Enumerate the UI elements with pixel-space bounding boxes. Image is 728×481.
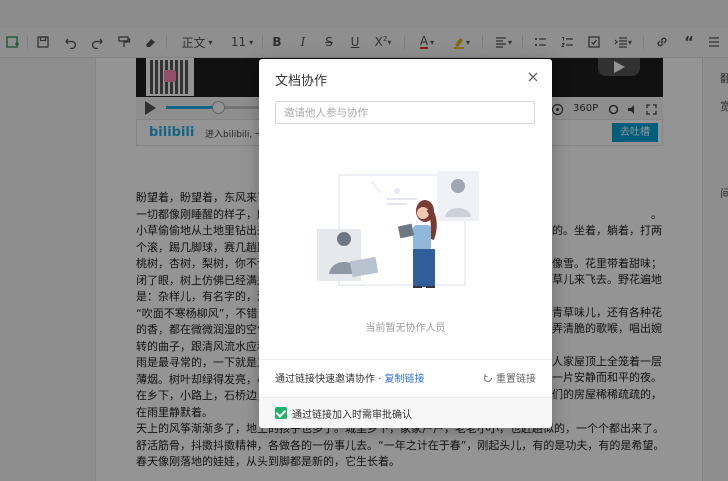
refresh-icon (484, 373, 492, 382)
dialog-title: 文档协作 (275, 74, 328, 89)
empty-state-text: 当前暂无协作人员 (365, 323, 446, 334)
collaboration-dialog: 文档协作 当前暂无协作人员 通过链接快速邀请协作 · 复制链接 重置链接 通过链… (259, 59, 552, 428)
reset-link-label: 重置链接 (496, 374, 536, 385)
approval-row: 通过链接加入时需审批确认 (259, 397, 552, 428)
approval-label[interactable]: 通过链接加入时需审批确认 (292, 406, 412, 421)
empty-illustration (317, 171, 479, 288)
share-link-text: 通过链接快速邀请协作 · (275, 374, 385, 385)
invite-input[interactable] (275, 101, 535, 124)
copy-link-button[interactable]: 复制链接 (385, 374, 425, 385)
approval-checkbox[interactable] (275, 407, 287, 419)
close-icon[interactable] (525, 69, 541, 85)
divider (259, 359, 552, 360)
reset-link-button[interactable]: 重置链接 (483, 370, 536, 385)
share-link-row: 通过链接快速邀请协作 · 复制链接 (275, 370, 425, 385)
